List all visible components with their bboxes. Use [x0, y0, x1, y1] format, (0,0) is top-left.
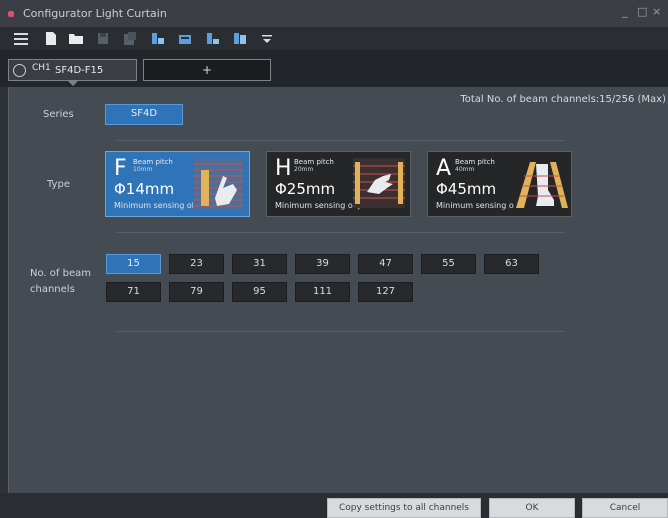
- finger-icon: [193, 158, 243, 210]
- new-badge-icon: [13, 64, 26, 77]
- beam-pitch-title: Beam pitch: [133, 158, 173, 166]
- divider: [117, 232, 564, 233]
- beam-count-47[interactable]: 47: [358, 254, 413, 274]
- min-object-size: Φ14mm: [114, 180, 175, 198]
- min-object-size: Φ25mm: [275, 180, 336, 198]
- ok-button[interactable]: OK: [489, 498, 575, 518]
- active-tab-pointer: [67, 80, 79, 86]
- beam-count-23[interactable]: 23: [169, 254, 224, 274]
- channel-tab-ch1[interactable]: CH1 SF4D-F15: [8, 59, 137, 86]
- import-icon[interactable]: [232, 31, 248, 46]
- menu-icon[interactable]: [13, 31, 29, 46]
- beam-count-79[interactable]: 79: [169, 282, 224, 302]
- new-file-icon[interactable]: [43, 31, 59, 46]
- beam-count-15[interactable]: 15: [106, 254, 161, 274]
- type-letter: F: [114, 156, 127, 181]
- export-icon[interactable]: [205, 31, 221, 46]
- beam-channels-label-line2: channels: [30, 284, 75, 295]
- beam-count-63[interactable]: 63: [484, 254, 539, 274]
- read-from-device-icon[interactable]: [150, 31, 166, 46]
- divider: [117, 331, 564, 332]
- beam-count-55[interactable]: 55: [421, 254, 476, 274]
- beam-channels-label-line1: No. of beam: [30, 268, 91, 279]
- hand-icon: [353, 158, 405, 208]
- cancel-button[interactable]: Cancel: [582, 498, 668, 518]
- type-label: Type: [47, 179, 70, 190]
- write-to-device-icon[interactable]: [177, 31, 193, 46]
- type-card-h[interactable]: H Beam pitch 20mm Φ25mm Minimum sensing …: [266, 151, 411, 217]
- series-button-sf4d[interactable]: SF4D: [105, 104, 183, 125]
- beam-pitch-value: 40mm: [455, 166, 475, 173]
- type-letter: H: [275, 156, 292, 181]
- divider: [117, 140, 564, 141]
- maximize-button[interactable]: □: [637, 5, 647, 18]
- channel-model: SF4D-F15: [55, 65, 104, 76]
- beam-count-71[interactable]: 71: [106, 282, 161, 302]
- beam-pitch-title: Beam pitch: [455, 158, 495, 166]
- beam-count-127[interactable]: 127: [358, 282, 413, 302]
- toolbar: [0, 27, 668, 50]
- beam-pitch-title: Beam pitch: [294, 158, 334, 166]
- beam-count-39[interactable]: 39: [295, 254, 350, 274]
- add-channel-label: +: [201, 63, 213, 77]
- beam-count-111[interactable]: 111: [295, 282, 350, 302]
- channel-tab-bar: CH1 SF4D-F15 +: [0, 50, 668, 87]
- beam-pitch-value: 20mm: [294, 166, 314, 173]
- copy-settings-button[interactable]: Copy settings to all channels: [327, 498, 481, 518]
- close-button[interactable]: ×: [652, 5, 661, 18]
- configurator-window: Configurator Light Curtain _ □ × CH1 SF4…: [0, 0, 668, 518]
- dropdown-arrow-icon[interactable]: [259, 31, 275, 46]
- add-channel-button[interactable]: +: [143, 59, 271, 81]
- min-object-size: Φ45mm: [436, 180, 497, 198]
- beam-count-95[interactable]: 95: [232, 282, 287, 302]
- app-icon: [8, 11, 14, 17]
- window-title: Configurator Light Curtain: [23, 7, 167, 20]
- series-label: Series: [43, 109, 74, 120]
- save-icon[interactable]: [95, 31, 111, 46]
- total-beam-channels: Total No. of beam channels:15/256 (Max): [460, 94, 666, 105]
- leg-icon: [514, 156, 570, 212]
- channel-number: CH1: [32, 63, 51, 73]
- type-card-a[interactable]: A Beam pitch 40mm Φ45mm Minimum sensing …: [427, 151, 572, 217]
- beam-count-31[interactable]: 31: [232, 254, 287, 274]
- open-folder-icon[interactable]: [68, 31, 84, 46]
- type-card-f[interactable]: F Beam pitch 10mm Φ14mm Minimum sensing …: [105, 151, 250, 217]
- minimize-button[interactable]: _: [622, 5, 628, 18]
- beam-pitch-value: 10mm: [133, 166, 153, 173]
- type-letter: A: [436, 156, 452, 181]
- title-bar: Configurator Light Curtain _ □ ×: [0, 0, 668, 27]
- save-as-icon[interactable]: [122, 31, 138, 46]
